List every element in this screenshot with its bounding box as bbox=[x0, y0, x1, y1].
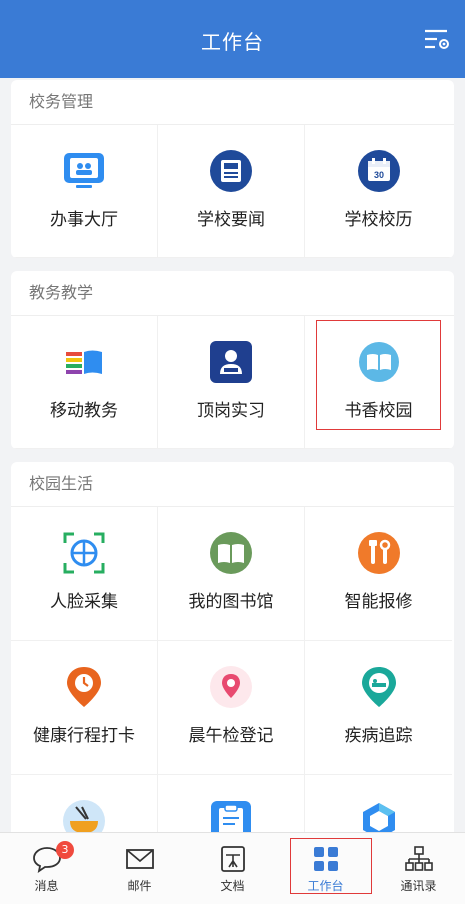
tab-mail[interactable]: 邮件 bbox=[93, 833, 186, 904]
tab-label: 通讯录 bbox=[400, 879, 437, 893]
tab-label: 文档 bbox=[220, 879, 245, 893]
app-label: 学校要闻 bbox=[197, 210, 265, 230]
colorful-book-icon bbox=[66, 350, 102, 374]
tools-icon bbox=[357, 532, 400, 574]
org-chart-icon bbox=[404, 846, 433, 871]
location-clock-icon bbox=[67, 667, 101, 707]
library-book-icon bbox=[210, 532, 252, 574]
calendar-day-text: 30 bbox=[373, 170, 383, 180]
section-school-affairs: 校务管理 办事大厅 学校要闻 30 学校校历 bbox=[11, 80, 454, 258]
envelope-icon bbox=[125, 849, 154, 869]
app-label: 智能报修 bbox=[344, 592, 413, 612]
app-label: 晨午检登记 bbox=[188, 726, 274, 746]
app-label: 移动教务 bbox=[50, 401, 118, 421]
section-title: 校园生活 bbox=[11, 462, 454, 507]
app-label: 我的图书馆 bbox=[188, 592, 274, 612]
calendar-icon: 30 bbox=[357, 150, 400, 192]
app-internship[interactable]: 顶岗实习 bbox=[158, 316, 305, 449]
monitor-icon bbox=[64, 153, 104, 188]
app-service-hall[interactable]: 办事大厅 bbox=[11, 125, 158, 258]
app-face-capture[interactable]: 人脸采集 bbox=[11, 507, 158, 641]
section-campus-life: 校园生活 人脸采集 我的图书馆 智能报修 健康行程打卡 晨午检登记 疾病追踪 bbox=[11, 462, 454, 842]
bottom-tab-bar: 3 消息 邮件 文档 工作台 通讯录 bbox=[0, 832, 465, 904]
unread-badge: 3 bbox=[56, 841, 74, 859]
page-title: 工作台 bbox=[201, 30, 264, 54]
tab-docs[interactable]: 文档 bbox=[186, 833, 279, 904]
app-my-library[interactable]: 我的图书馆 bbox=[158, 507, 305, 641]
app-mobile-teaching[interactable]: 移动教务 bbox=[11, 316, 158, 449]
location-bed-icon bbox=[361, 667, 396, 707]
worker-icon bbox=[210, 341, 252, 383]
app-label: 人脸采集 bbox=[50, 592, 118, 612]
app-school-news[interactable]: 学校要闻 bbox=[158, 125, 305, 258]
app-morning-check[interactable]: 晨午检登记 bbox=[158, 641, 305, 775]
highlight-box-workbench-tab bbox=[290, 838, 372, 894]
app-label: 顶岗实习 bbox=[197, 401, 265, 421]
document-icon bbox=[220, 846, 245, 872]
news-icon bbox=[210, 150, 252, 192]
face-scan-icon bbox=[63, 532, 105, 574]
settings-icon[interactable] bbox=[423, 26, 451, 52]
tab-label: 邮件 bbox=[127, 879, 152, 893]
app-header: 工作台 bbox=[0, 0, 465, 78]
app-smart-repair[interactable]: 智能报修 bbox=[305, 507, 452, 641]
section-title: 校务管理 bbox=[11, 80, 454, 125]
app-label: 健康行程打卡 bbox=[33, 726, 135, 746]
tab-label: 消息 bbox=[34, 879, 59, 893]
highlight-box-book-campus bbox=[316, 320, 441, 430]
app-school-calendar[interactable]: 30 学校校历 bbox=[305, 125, 452, 258]
tab-contacts[interactable]: 通讯录 bbox=[372, 833, 465, 904]
app-label: 疾病追踪 bbox=[344, 726, 413, 746]
tab-messages[interactable]: 3 消息 bbox=[0, 833, 93, 904]
location-pin-icon bbox=[210, 666, 252, 708]
section-title: 教务教学 bbox=[11, 271, 454, 316]
app-label: 学校校历 bbox=[344, 210, 413, 230]
app-disease-tracking[interactable]: 疾病追踪 bbox=[305, 641, 452, 775]
app-health-checkin[interactable]: 健康行程打卡 bbox=[11, 641, 158, 775]
app-label: 办事大厅 bbox=[50, 210, 118, 230]
